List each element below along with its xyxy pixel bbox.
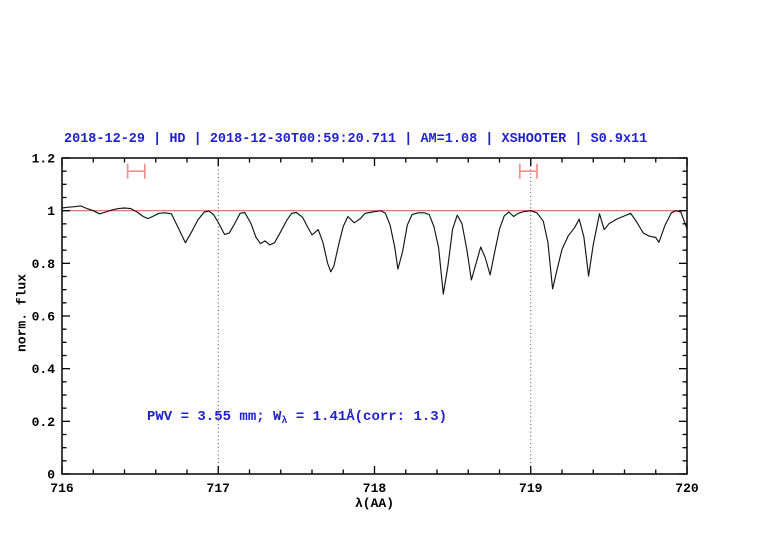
x-tick-label: 718 (363, 481, 387, 496)
telluric-fit-plot-page: 2018-12-29 | HD | 2018-12-30T00:59:20.71… (0, 0, 782, 542)
y-tick-label: 1 (47, 204, 55, 219)
y-axis-label: norm. flux (15, 274, 30, 352)
range-marker (520, 164, 537, 179)
pwv-annotation-prefix: PWV = 3.55 mm; W (147, 409, 281, 425)
y-tick-label: 0.8 (32, 257, 56, 272)
y-tick-label: 0 (47, 468, 55, 483)
x-tick-label: 716 (50, 481, 74, 496)
spectrum-line (62, 206, 687, 294)
y-tick-label: 0.6 (32, 310, 56, 325)
y-tick-label: 1.2 (32, 152, 56, 167)
x-tick-label: 717 (207, 481, 230, 496)
x-tick-label: 719 (519, 481, 543, 496)
y-tick-label: 0.4 (32, 362, 56, 377)
spectrum-chart: 716 717 718 719 720 0 0.2 0.4 0.6 0.8 1 1.2 (0, 0, 782, 542)
range-marker (128, 164, 145, 179)
y-tick-label: 0.2 (32, 415, 56, 430)
x-tick-label: 720 (675, 481, 699, 496)
pwv-annotation: PWV = 3.55 mm; Wλ = 1.41Å(corr: 1.3) (147, 409, 447, 427)
x-axis-label: λ(AA) (62, 496, 687, 511)
pwv-annotation-suffix: = 1.41Å(corr: 1.3) (287, 409, 447, 425)
